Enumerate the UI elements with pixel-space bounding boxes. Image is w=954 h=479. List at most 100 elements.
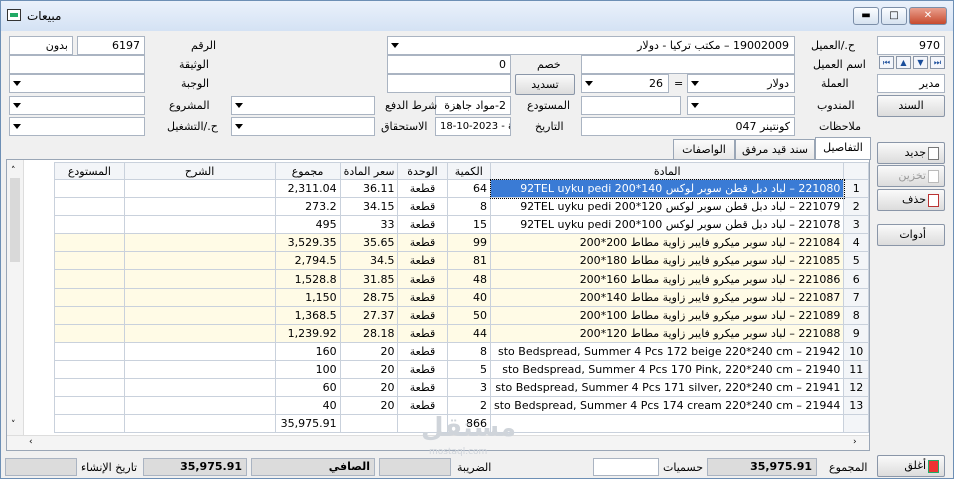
cell-total[interactable]: 100	[274, 359, 341, 380]
cell-price[interactable]: 36.11	[339, 178, 399, 199]
number-field[interactable]: 6197	[77, 36, 145, 55]
cell-price[interactable]: 34.15	[339, 197, 399, 217]
cell-qty[interactable]: 48	[446, 269, 492, 289]
cell-unit[interactable]: قطعة	[397, 378, 448, 398]
customer-combo[interactable]: 19002009 – مكتب تركيا - دولار	[387, 36, 795, 55]
column-header-desc[interactable]: الشرح	[123, 162, 276, 180]
cell-store[interactable]	[54, 287, 125, 307]
cell-price[interactable]: 27.37	[339, 305, 399, 325]
cell-rownum[interactable]: 7	[843, 287, 869, 307]
cell-unit[interactable]: قطعة	[397, 178, 448, 199]
next-record-icon[interactable]: ▼	[913, 56, 928, 69]
cell-desc[interactable]	[123, 215, 276, 235]
column-header-price[interactable]: سعر المادة	[339, 162, 399, 180]
cell-unit[interactable]: قطعة	[397, 305, 448, 325]
cell-rownum[interactable]: 5	[843, 251, 869, 271]
cell-item[interactable]: 221084 – لباد سوبر ميكرو فايبر زاوية مطا…	[489, 233, 845, 253]
table-row[interactable]: 3,529.35 35.65 قطعة 99 221084 – لباد سوبر مي…	[54, 233, 869, 253]
cell-qty[interactable]: 44	[446, 323, 492, 343]
cell-rownum[interactable]: 6	[843, 269, 869, 289]
pay-terms-field[interactable]: 2-مواد جاهزة	[435, 96, 511, 115]
cell-total[interactable]: 1,239.92	[274, 323, 341, 343]
cell-item[interactable]: 221087 – لباد سوبر ميكرو فايبر زاوية مطا…	[489, 287, 845, 307]
operation-combo[interactable]	[9, 117, 145, 136]
scroll-right-icon[interactable]: ›	[853, 437, 857, 447]
vertical-scrollbar[interactable]: ˄ ˅	[7, 160, 24, 436]
new-button[interactable]: جديد	[877, 142, 945, 164]
cell-item[interactable]: 21944 – sto Bedspread, Summer 4 Pcs 174 …	[489, 396, 845, 416]
cell-unit[interactable]: قطعة	[397, 215, 448, 235]
last-record-icon[interactable]: ⏭	[930, 56, 945, 69]
project-combo[interactable]	[9, 96, 145, 115]
customer-name-field[interactable]	[581, 55, 795, 74]
cell-store[interactable]	[54, 233, 125, 253]
cell-price[interactable]: 20	[339, 378, 399, 398]
cell-item[interactable]: 221086 – لباد سوبر ميكرو فايبر زاوية مطا…	[489, 269, 845, 289]
cell-desc[interactable]	[123, 323, 276, 343]
cell-total[interactable]: 495	[274, 215, 341, 235]
tab-details[interactable]: التفاصيل	[815, 137, 871, 160]
number-suffix-field[interactable]: بدون	[9, 36, 73, 55]
cell-store[interactable]	[54, 269, 125, 289]
cell-desc[interactable]	[123, 178, 276, 199]
cell-qty[interactable]: 8	[446, 197, 492, 217]
operation-account-combo[interactable]	[231, 117, 375, 136]
cell-unit[interactable]: قطعة	[397, 197, 448, 217]
cell-price[interactable]: 20	[339, 396, 399, 416]
cell-store[interactable]	[54, 251, 125, 271]
pay-terms-account-combo[interactable]	[231, 96, 375, 115]
cell-unit[interactable]: قطعة	[397, 323, 448, 343]
cell-total[interactable]: 1,150	[274, 287, 341, 307]
cell-qty[interactable]: 81	[446, 251, 492, 271]
cell-unit[interactable]: قطعة	[397, 359, 448, 380]
cell-item[interactable]: 21942 – sto Bedspread, Summer 4 Pcs 172 …	[489, 341, 845, 361]
table-row[interactable]: 100 20 قطعة 5 21940 – sto Bedspread, Summer …	[54, 359, 869, 380]
cell-store[interactable]	[54, 323, 125, 343]
table-row[interactable]: 2,794.5 34.5 قطعة 81 221085 – لباد سوبر ميكر…	[54, 251, 869, 271]
table-row[interactable]: 1,150 28.75 قطعة 40 221087 – لباد سوبر ميكرو…	[54, 287, 869, 307]
cell-store[interactable]	[54, 215, 125, 235]
table-row[interactable]: 160 20 قطعة 8 21942 – sto Bedspread, Summer …	[54, 341, 869, 361]
close-window-button[interactable]: ✕	[909, 7, 947, 25]
cell-unit[interactable]: قطعة	[397, 396, 448, 416]
cell-price[interactable]: 33	[339, 215, 399, 235]
cell-unit[interactable]: قطعة	[397, 251, 448, 271]
cell-store[interactable]	[54, 359, 125, 380]
column-header-qty[interactable]: الكمية	[446, 162, 492, 180]
table-row[interactable]: 495 33 قطعة 15 221078 – لباد دبل قطن سوبر لو…	[54, 215, 869, 235]
cell-rownum[interactable]: 2	[843, 197, 869, 217]
cell-store[interactable]	[54, 396, 125, 416]
delete-button[interactable]: حذف	[877, 189, 945, 211]
cell-store[interactable]	[54, 197, 125, 217]
cell-price[interactable]: 20	[339, 359, 399, 380]
maximize-button[interactable]: □	[881, 7, 907, 25]
cell-qty[interactable]: 15	[446, 215, 492, 235]
cell-price[interactable]: 31.85	[339, 269, 399, 289]
cell-desc[interactable]	[123, 269, 276, 289]
cell-total[interactable]: 1,368.5	[274, 305, 341, 325]
cell-rownum[interactable]: 1	[843, 178, 869, 199]
column-header-item[interactable]: المادة	[489, 162, 845, 180]
cell-total[interactable]: 1,528.8	[274, 269, 341, 289]
cell-item[interactable]: 221088 – لباد سوبر ميكرو فايبر زاوية مطا…	[489, 323, 845, 343]
cell-item[interactable]: 21940 – sto Bedspread, Summer 4 Pcs 170 …	[489, 359, 845, 380]
table-row[interactable]: 273.2 34.15 قطعة 8 221079 – لباد دبل قطن سوب…	[54, 197, 869, 217]
cell-unit[interactable]: قطعة	[397, 341, 448, 361]
cell-total[interactable]: 2,311.04	[274, 178, 341, 199]
cell-rownum[interactable]: 11	[843, 359, 869, 380]
table-row[interactable]: 1,368.5 27.37 قطعة 50 221089 – لباد سوبر ميك…	[54, 305, 869, 325]
cell-desc[interactable]	[123, 341, 276, 361]
cell-unit[interactable]: قطعة	[397, 269, 448, 289]
cell-store[interactable]	[54, 341, 125, 361]
cell-rownum[interactable]: 4	[843, 233, 869, 253]
cell-desc[interactable]	[123, 359, 276, 380]
table-row[interactable]: 1,239.92 28.18 قطعة 44 221088 – لباد سوبر مي…	[54, 323, 869, 343]
scroll-down-icon[interactable]: ˅	[11, 420, 16, 430]
table-row[interactable]: 1,528.8 31.85 قطعة 48 221086 – لباد سوبر ميك…	[54, 269, 869, 289]
column-header-total[interactable]: مجموع	[274, 162, 341, 180]
first-record-icon[interactable]: ⏮	[879, 56, 894, 69]
table-row[interactable]: 60 20 قطعة 3 21941 – sto Bedspread, Summer 4…	[54, 378, 869, 398]
cell-rownum[interactable]: 8	[843, 305, 869, 325]
customer-code-field[interactable]: 970	[877, 36, 945, 55]
cell-total[interactable]: 3,529.35	[274, 233, 341, 253]
